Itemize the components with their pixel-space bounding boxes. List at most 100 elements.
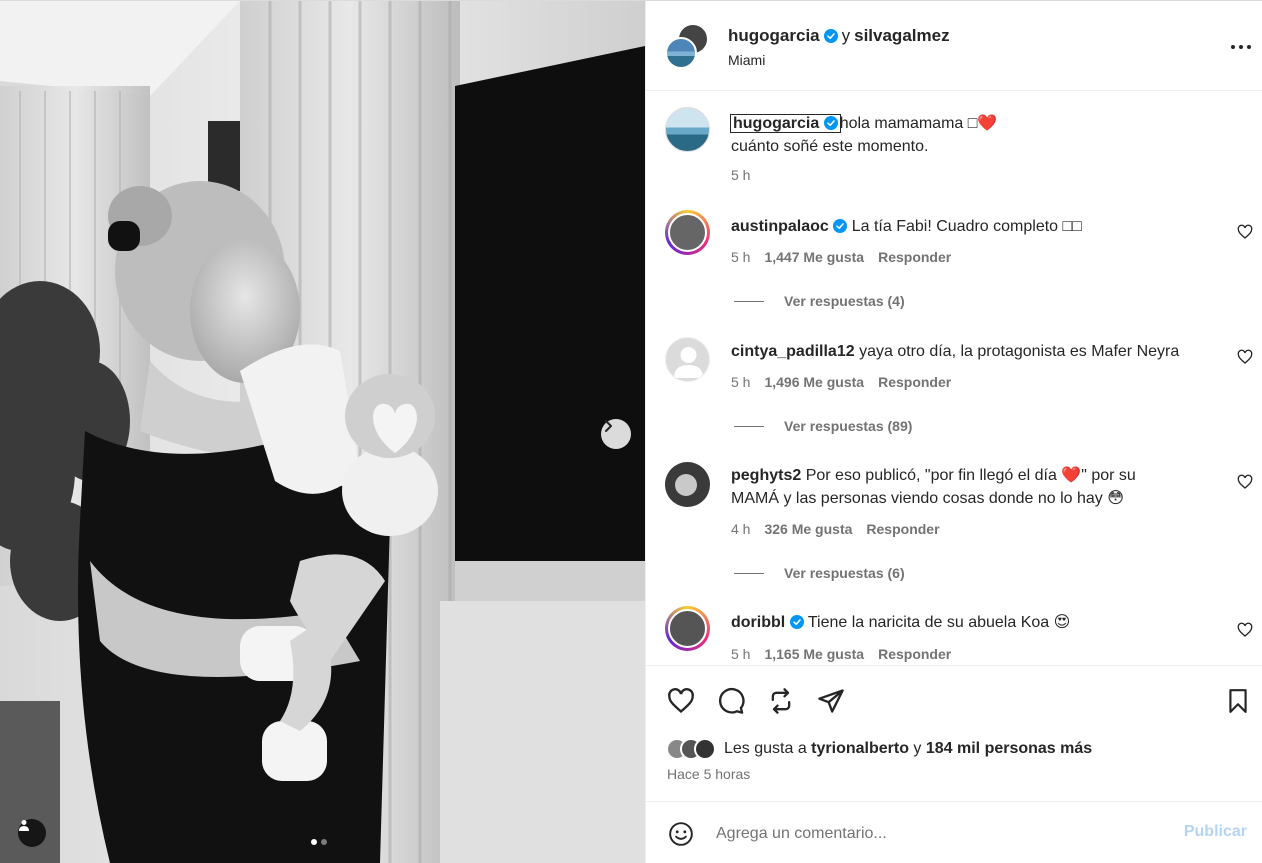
comment-avatar[interactable]	[665, 337, 710, 382]
comments-list[interactable]: hugogarcia hola mamamama □❤️ cuánto soñé…	[646, 92, 1262, 664]
tagged-users-button[interactable]	[18, 819, 46, 847]
author-avatar[interactable]	[665, 37, 697, 69]
next-image-button[interactable]	[601, 419, 631, 449]
author-username[interactable]: hugogarcia	[728, 26, 820, 46]
reply-button[interactable]: Responder	[878, 374, 951, 390]
comment-time[interactable]: 5 h	[731, 646, 750, 662]
caption-text: hugogarcia hola mamamama □❤️ cuánto soñé…	[730, 112, 1241, 158]
post-actions: Les gusta a tyrionalberto y 184 mil pers…	[646, 665, 1262, 805]
comment-meta: 5 h 1,447 Me gusta Responder	[731, 249, 951, 265]
emoji-picker-button[interactable]	[666, 819, 696, 849]
save-button[interactable]	[1223, 686, 1253, 716]
heart-eyes-emoji: 😍	[1053, 614, 1071, 631]
liker-avatar	[694, 738, 716, 760]
carousel-dot-1	[311, 839, 317, 845]
heart-emoji: ❤️	[1061, 467, 1082, 484]
comment-icon	[718, 687, 745, 714]
heart-icon	[668, 688, 694, 714]
liker-username[interactable]: tyrionalberto	[811, 740, 909, 757]
comment-body: yaya otro día, la protagonista es Mafer …	[859, 343, 1180, 360]
verified-icon	[789, 615, 804, 629]
user-tag-icon	[19, 820, 29, 831]
caption-username[interactable]: hugogarcia	[730, 114, 841, 133]
comment-avatar[interactable]	[665, 462, 710, 507]
likes-text: Les gusta a tyrionalberto y 184 mil pers…	[724, 740, 1093, 757]
post-location[interactable]: Miami	[728, 52, 765, 68]
comment-avatar[interactable]	[665, 210, 710, 255]
author-avatars[interactable]	[665, 23, 713, 71]
reply-button[interactable]: Responder	[878, 646, 951, 662]
comment-composer: Publicar	[646, 801, 1262, 863]
like-button[interactable]	[666, 686, 696, 716]
comment-text: peghyts2 Por eso publicó, "por fin llegó…	[731, 464, 1241, 510]
heart-icon[interactable]	[1237, 224, 1253, 240]
post-header: hugogarcia y silvagalmez Miami	[646, 1, 1262, 91]
comment-username[interactable]: austinpalaoc	[731, 218, 829, 235]
author-conjunction: y	[841, 26, 851, 45]
comment-username[interactable]: peghyts2	[731, 467, 801, 484]
comment-meta: 4 h 326 Me gusta Responder	[731, 521, 940, 537]
comment-meta: 5 h 1,496 Me gusta Responder	[731, 374, 951, 390]
photo-image	[0, 1, 645, 863]
comment-body: La tía Fabi! Cuadro completo □□	[851, 218, 1082, 235]
verified-icon	[823, 29, 838, 43]
comment-text: cintya_padilla12 yaya otro día, la prota…	[731, 340, 1241, 363]
comment-time[interactable]: 4 h	[731, 521, 750, 537]
publish-button[interactable]: Publicar	[1184, 823, 1247, 841]
view-replies-button[interactable]: Ver respuestas (6)	[734, 565, 905, 581]
comment-avatar[interactable]	[665, 606, 710, 651]
comment-button[interactable]	[716, 686, 746, 716]
likes-count[interactable]: 184 mil personas más	[926, 740, 1092, 757]
post-photo[interactable]	[0, 1, 645, 863]
caption-line-1: hola mamamama □	[839, 115, 978, 132]
view-replies-button[interactable]: Ver respuestas (4)	[734, 293, 905, 309]
reply-button[interactable]: Responder	[878, 249, 951, 265]
comment-likes[interactable]: 1,447 Me gusta	[764, 249, 864, 265]
verified-icon	[833, 219, 848, 233]
carousel-indicator	[311, 839, 327, 845]
share-button[interactable]	[816, 686, 846, 716]
caption-line-2: cuánto soñé este momento.	[731, 138, 929, 155]
liker-avatars	[666, 738, 716, 760]
post-time[interactable]: Hace 5 horas	[667, 766, 750, 782]
author-names: hugogarcia y silvagalmez	[728, 26, 950, 46]
bookmark-icon	[1229, 689, 1247, 713]
comment-body: Por eso publicó, "por fin llegó el día	[805, 467, 1062, 484]
comment-time[interactable]: 5 h	[731, 249, 750, 265]
heart-icon[interactable]	[1237, 622, 1253, 638]
comment-body-line-2: MAMÁ y las personas viendo cosas donde n…	[731, 490, 1108, 507]
more-icon	[1231, 45, 1251, 49]
caption-time[interactable]: 5 h	[731, 167, 750, 183]
emoji-icon	[669, 822, 693, 846]
heart-icon[interactable]	[1237, 349, 1253, 365]
more-options-button[interactable]	[1229, 35, 1253, 59]
verified-icon	[823, 116, 838, 130]
repost-icon	[771, 688, 791, 714]
heart-emoji: ❤️	[977, 115, 998, 132]
repost-button[interactable]	[766, 686, 796, 716]
comment-text: doribbl Tiene la naricita de su abuela K…	[731, 611, 1241, 634]
heart-icon[interactable]	[1237, 474, 1253, 490]
post-dialog: hugogarcia y silvagalmez Miami hugogarci…	[0, 0, 1262, 863]
chevron-right-icon	[605, 420, 612, 432]
default-avatar-icon	[674, 347, 703, 378]
carousel-dot-2	[321, 839, 327, 845]
coauthor-username[interactable]: silvagalmez	[854, 26, 949, 46]
reply-button[interactable]: Responder	[866, 521, 939, 537]
comment-input[interactable]	[716, 820, 1166, 848]
caption-meta: 5 h	[731, 167, 750, 183]
comment-likes[interactable]: 1,496 Me gusta	[764, 374, 864, 390]
comment-body: Tiene la naricita de su abuela Koa	[807, 614, 1054, 631]
caption-avatar[interactable]	[665, 107, 710, 152]
comment-meta: 5 h 1,165 Me gusta Responder	[731, 646, 951, 662]
comment-text: austinpalaoc La tía Fabi! Cuadro complet…	[731, 215, 1241, 238]
share-icon	[818, 689, 844, 713]
comment-username[interactable]: cintya_padilla12	[731, 343, 855, 360]
comment-username[interactable]: doribbl	[731, 614, 785, 631]
view-replies-button[interactable]: Ver respuestas (89)	[734, 418, 912, 434]
post-details-panel: hugogarcia y silvagalmez Miami hugogarci…	[645, 1, 1262, 863]
comment-body-cont: " por su	[1081, 467, 1136, 484]
comment-likes[interactable]: 1,165 Me gusta	[764, 646, 864, 662]
comment-likes[interactable]: 326 Me gusta	[764, 521, 852, 537]
comment-time[interactable]: 5 h	[731, 374, 750, 390]
